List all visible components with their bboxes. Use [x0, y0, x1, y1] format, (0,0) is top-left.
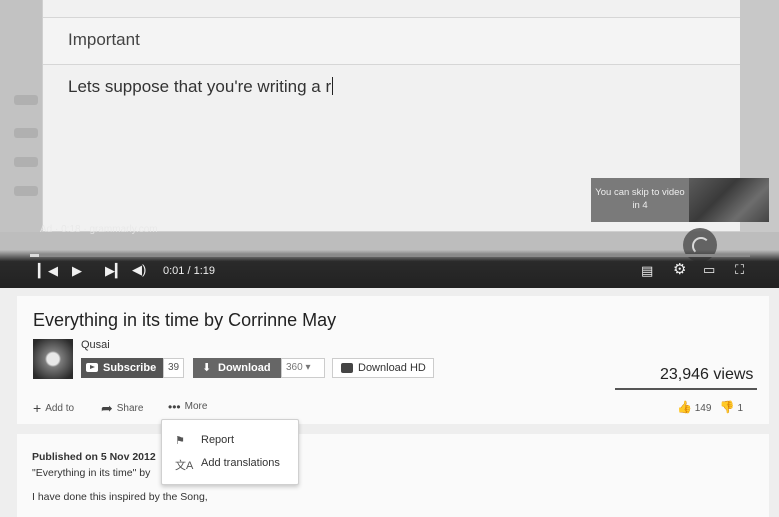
volume-icon[interactable]: ◀)	[132, 263, 146, 277]
rating-bar: 👍 149 👎 1	[677, 400, 743, 414]
menu-item-add-translations[interactable]: 文A Add translations	[162, 453, 298, 475]
menu-item-label: Add translations	[201, 457, 280, 469]
sidebar-blob	[14, 95, 38, 105]
add-to-label: Add to	[45, 403, 75, 414]
next-icon[interactable]: ▶▎	[105, 264, 125, 278]
subscriber-count: 39	[163, 358, 184, 378]
skip-ad-text: You can skip to video in 4	[595, 187, 685, 211]
translate-icon: 文A	[175, 460, 194, 472]
more-dropdown-menu: ⚑ Report 文A Add translations	[161, 419, 299, 485]
previous-icon[interactable]: ▎◀	[38, 264, 58, 278]
more-button[interactable]: ••• More	[168, 400, 207, 414]
like-button[interactable]: 👍 149	[677, 400, 714, 414]
share-label: Share	[116, 403, 144, 414]
description-line: I have done this inspired by the Song,	[32, 491, 208, 503]
like-count: 149	[694, 403, 712, 414]
skip-ad-box[interactable]: You can skip to video in 4	[591, 178, 769, 222]
fullscreen-icon[interactable]: ⛶	[735, 263, 744, 277]
download-hd-icon	[341, 363, 353, 373]
sidebar-blob	[14, 186, 38, 196]
published-date: Published on 5 Nov 2012	[32, 451, 156, 463]
share-button[interactable]: ➦ Share	[101, 400, 143, 417]
settings-gear-icon[interactable]: ⚙	[673, 262, 686, 277]
more-label: More	[184, 401, 208, 412]
quality-select[interactable]: 360 ▾	[281, 358, 325, 378]
flag-icon: ⚑	[175, 435, 185, 447]
time-display: 0:01 / 1:19	[163, 265, 215, 277]
dislike-count: 1	[737, 403, 744, 414]
download-arrow-icon: ⬇	[202, 362, 212, 374]
player-controls: ▎◀ ▶ ▶▎ ◀) 0:01 / 1:19 ▤ ⚙ ▭ ⛶	[0, 250, 779, 288]
doc-body: Lets suppose that you're writing a r	[68, 77, 334, 97]
description-panel: Published on 5 Nov 2012 "Everything in i…	[17, 434, 769, 517]
thumbs-up-icon: 👍	[677, 400, 692, 414]
like-ratio-bar	[615, 388, 757, 390]
sidebar-blob	[14, 157, 38, 167]
menu-item-report[interactable]: ⚑ Report	[162, 430, 298, 452]
next-video-thumbnail	[689, 178, 769, 222]
doc-heading: Important	[68, 30, 140, 49]
quality-value: 360	[286, 362, 303, 373]
subscribe-button[interactable]: Subscribe 39	[81, 358, 184, 378]
thumbs-down-icon: 👎	[719, 400, 735, 414]
ad-label[interactable]: Ad · 0:18 · grammarly.com	[40, 224, 158, 235]
sidebar-blob	[14, 128, 38, 138]
dislike-button[interactable]: 👎 1	[719, 400, 744, 414]
video-title: Everything in its time by Corrinne May	[33, 310, 337, 330]
doc-text: Lets suppose that you're writing a r	[68, 77, 332, 96]
doc-header: Important	[43, 17, 741, 65]
progress-played	[30, 254, 40, 257]
view-count: 23,946 views	[660, 366, 754, 383]
download-hd-button[interactable]: Download HD	[332, 358, 434, 378]
channel-avatar[interactable]	[33, 339, 73, 379]
add-to-button[interactable]: + Add to	[33, 400, 74, 416]
video-info-panel: Everything in its time by Corrinne May Q…	[17, 296, 769, 424]
description-line: "Everything in its time" by	[32, 467, 151, 479]
share-arrow-icon: ➦	[101, 400, 113, 416]
progress-bar[interactable]	[30, 254, 750, 257]
theater-mode-icon[interactable]: ▭	[703, 263, 715, 277]
download-label: Download	[218, 362, 271, 374]
doc-sidebar-left	[0, 0, 42, 232]
subscribe-label: Subscribe	[103, 362, 157, 374]
menu-item-label: Report	[201, 434, 235, 446]
text-caret	[332, 77, 334, 95]
more-dots-icon: •••	[168, 400, 181, 414]
download-button[interactable]: ⬇ Download	[193, 358, 281, 378]
play-icon[interactable]: ▶	[72, 264, 82, 278]
youtube-logo-icon	[86, 363, 98, 372]
download-hd-label: Download HD	[358, 362, 426, 374]
channel-name[interactable]: Qusai	[81, 339, 110, 351]
plus-icon: +	[33, 400, 42, 416]
video-player[interactable]: Important Lets suppose that you're writi…	[0, 0, 779, 288]
subtitles-icon[interactable]: ▤	[641, 264, 653, 278]
chevron-down-icon: ▾	[305, 362, 311, 373]
